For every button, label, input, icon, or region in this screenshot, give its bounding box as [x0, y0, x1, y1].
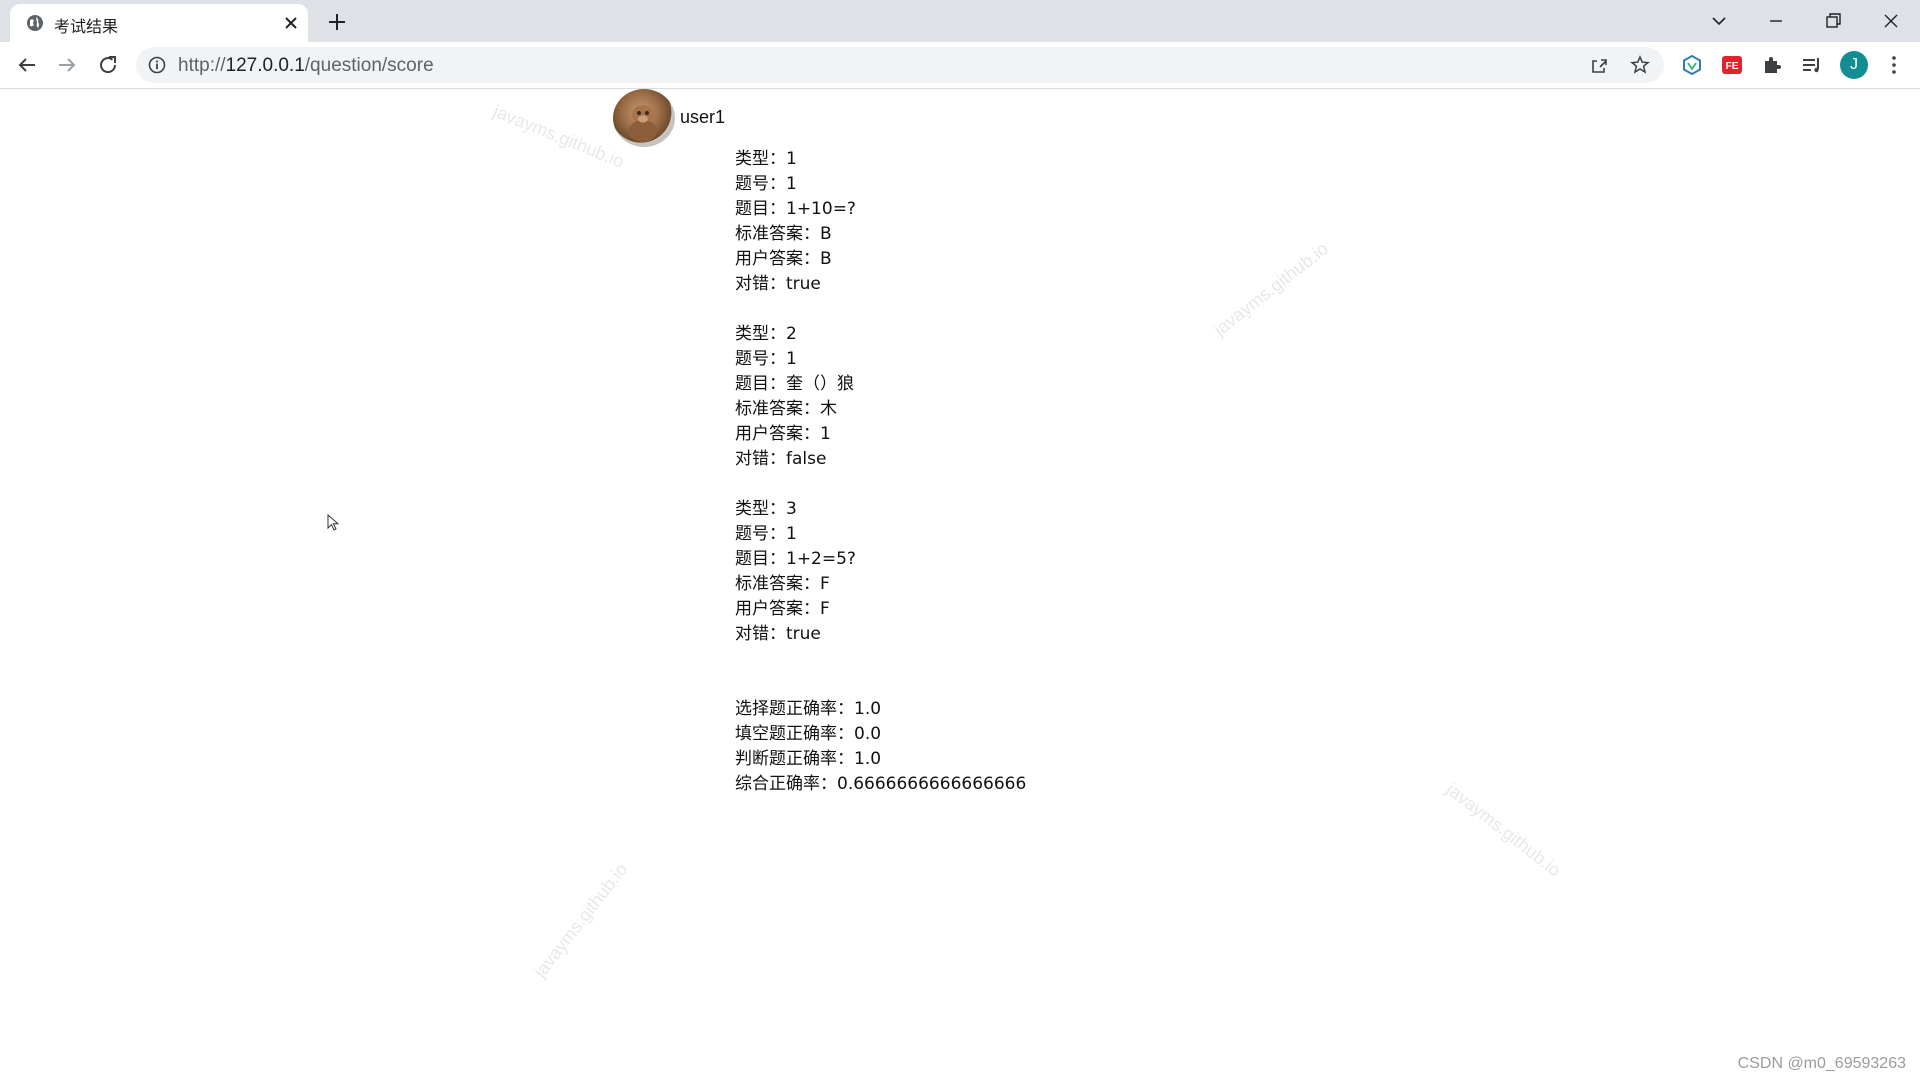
forward-arrow-icon[interactable] [55, 53, 79, 77]
reload-icon[interactable] [96, 53, 120, 77]
profile-avatar[interactable]: J [1840, 51, 1868, 79]
reading-list-icon[interactable] [1800, 53, 1824, 77]
info-icon[interactable] [148, 56, 166, 74]
question-record: 类型：3 题号：1 题目：1+2=5? 标准答案：F 用户答案：F 对错：tru… [735, 497, 1026, 647]
judge-accuracy: 判断题正确率：1.0 [735, 749, 882, 769]
chevron-down-icon[interactable] [1706, 8, 1732, 34]
star-icon[interactable] [1630, 55, 1650, 75]
type-row: 类型：3 [735, 499, 797, 519]
address-bar[interactable]: http://127.0.0.1/question/score [136, 47, 1664, 83]
standard-answer-row: 标准答案：B [735, 224, 832, 244]
question-record: 类型：1 题号：1 题目：1+10=? 标准答案：B 用户答案：B 对错：tru… [735, 147, 1026, 297]
url-text[interactable]: http://127.0.0.1/question/score [178, 55, 434, 77]
back-arrow-icon[interactable] [15, 53, 39, 77]
page-viewport: javayms.github.io javayms.github.io java… [0, 89, 1920, 1080]
globe-icon [27, 15, 43, 31]
watermark: javayms.github.io [1442, 779, 1565, 881]
restore-icon[interactable] [1820, 8, 1846, 34]
tab-title: 考试结果 [54, 17, 119, 36]
accuracy-stats: 选择题正确率：1.0 填空题正确率：0.0 判断题正确率：1.0 综合正确率：0… [735, 697, 1026, 797]
standard-answer-row: 标准答案：F [735, 574, 830, 594]
question-row: 题目：1+10=? [735, 199, 856, 219]
fill-blank-accuracy: 填空题正确率：0.0 [735, 724, 882, 744]
plus-icon[interactable] [326, 11, 348, 33]
number-row: 题号：1 [735, 349, 797, 369]
question-row: 题目：奎（）狼 [735, 374, 854, 394]
watermark: javayms.github.io [530, 859, 632, 982]
result-row: 对错：false [735, 449, 827, 469]
share-icon[interactable] [1590, 55, 1610, 75]
mouse-cursor-icon [327, 514, 339, 531]
question-row: 题目：1+2=5? [735, 549, 856, 569]
question-record: 类型：2 题号：1 题目：奎（）狼 标准答案：木 用户答案：1 对错：false [735, 322, 1026, 472]
standard-answer-row: 标准答案：木 [735, 399, 837, 419]
overall-accuracy: 综合正确率：0.6666666666666666 [735, 774, 1027, 794]
user-answer-row: 用户答案：F [735, 599, 830, 619]
number-row: 题号：1 [735, 174, 797, 194]
svg-text:FE: FE [1726, 61, 1739, 72]
tab-strip: 考试结果 [0, 0, 1920, 42]
choice-accuracy: 选择题正确率：1.0 [735, 699, 882, 719]
browser-toolbar: http://127.0.0.1/question/score FE J [0, 42, 1920, 89]
browser-tab[interactable]: 考试结果 [10, 4, 308, 42]
avatar [613, 89, 675, 147]
kebab-menu-icon[interactable] [1882, 53, 1906, 77]
csdn-watermark: CSDN @m0_69593263 [1737, 1055, 1906, 1072]
user-answer-row: 用户答案：B [735, 249, 832, 269]
watermark: javayms.github.io [490, 101, 627, 172]
watermark: javayms.github.io [1210, 238, 1332, 340]
user-answer-row: 用户答案：1 [735, 424, 831, 444]
result-row: 对错：true [735, 624, 821, 644]
avatar-photo [629, 105, 657, 142]
type-row: 类型：2 [735, 324, 797, 344]
fe-helper-icon[interactable]: FE [1720, 53, 1744, 77]
result-row: 对错：true [735, 274, 821, 294]
vue-devtools-icon[interactable] [1680, 53, 1704, 77]
close-icon[interactable] [282, 14, 300, 32]
type-row: 类型：1 [735, 149, 797, 169]
number-row: 题号：1 [735, 524, 797, 544]
minimize-icon[interactable] [1763, 8, 1789, 34]
username: user1 [680, 107, 726, 127]
puzzle-icon[interactable] [1760, 53, 1784, 77]
exam-records: 类型：1 题号：1 题目：1+10=? 标准答案：B 用户答案：B 对错：tru… [735, 147, 1026, 797]
close-window-icon[interactable] [1878, 8, 1904, 34]
